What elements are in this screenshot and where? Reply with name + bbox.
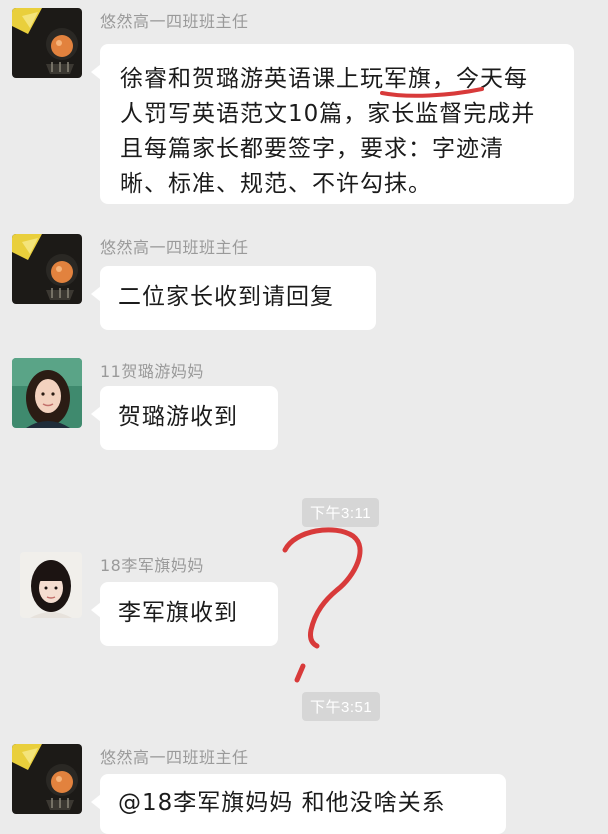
message-text: @18李军旗妈妈 和他没啥关系 [118,790,446,816]
message-bubble[interactable]: @18李军旗妈妈 和他没啥关系 [91,774,506,834]
parent-avatar-image [20,552,82,618]
sender-name: 18李军旗妈妈 [100,556,204,575]
teacher-avatar-image [12,8,82,78]
sender-name: 悠然高一四班班主任 [100,748,249,767]
message-text: 二位家长收到请回复 [118,284,334,310]
teacher-avatar-image [12,234,82,304]
message-bubble[interactable]: 贺璐游收到 [91,386,278,450]
sender-name: 11贺璐游妈妈 [100,362,204,381]
message-text: 贺璐游收到 [118,404,238,430]
red-question-mark-annotation [282,527,363,683]
avatar-parent-18[interactable] [20,552,82,618]
avatar-teacher[interactable] [12,744,82,814]
message-bubble[interactable]: 李军旗收到 [91,582,278,646]
timestamp-divider: 下午3:11 [302,498,380,527]
message-bubble[interactable]: 二位家长收到请回复 [91,266,376,330]
message-text: 徐睿和贺璐游英语课上玩军旗，今天每人罚写英语范文10篇，家长监督完成并且每篇家长… [120,66,536,197]
message-bubble[interactable]: 徐睿和贺璐游英语课上玩军旗，今天每人罚写英语范文10篇，家长监督完成并且每篇家长… [91,44,574,204]
sender-name: 悠然高一四班班主任 [100,238,249,257]
timestamp-divider: 下午3:51 [302,692,381,721]
parent-avatar-image [12,358,82,428]
avatar-teacher[interactable] [12,234,82,304]
message-text: 李军旗收到 [118,600,238,626]
avatar-teacher[interactable] [12,8,82,78]
sender-name: 悠然高一四班班主任 [100,12,249,31]
teacher-avatar-image [12,744,82,814]
avatar-parent-11[interactable] [12,358,82,428]
